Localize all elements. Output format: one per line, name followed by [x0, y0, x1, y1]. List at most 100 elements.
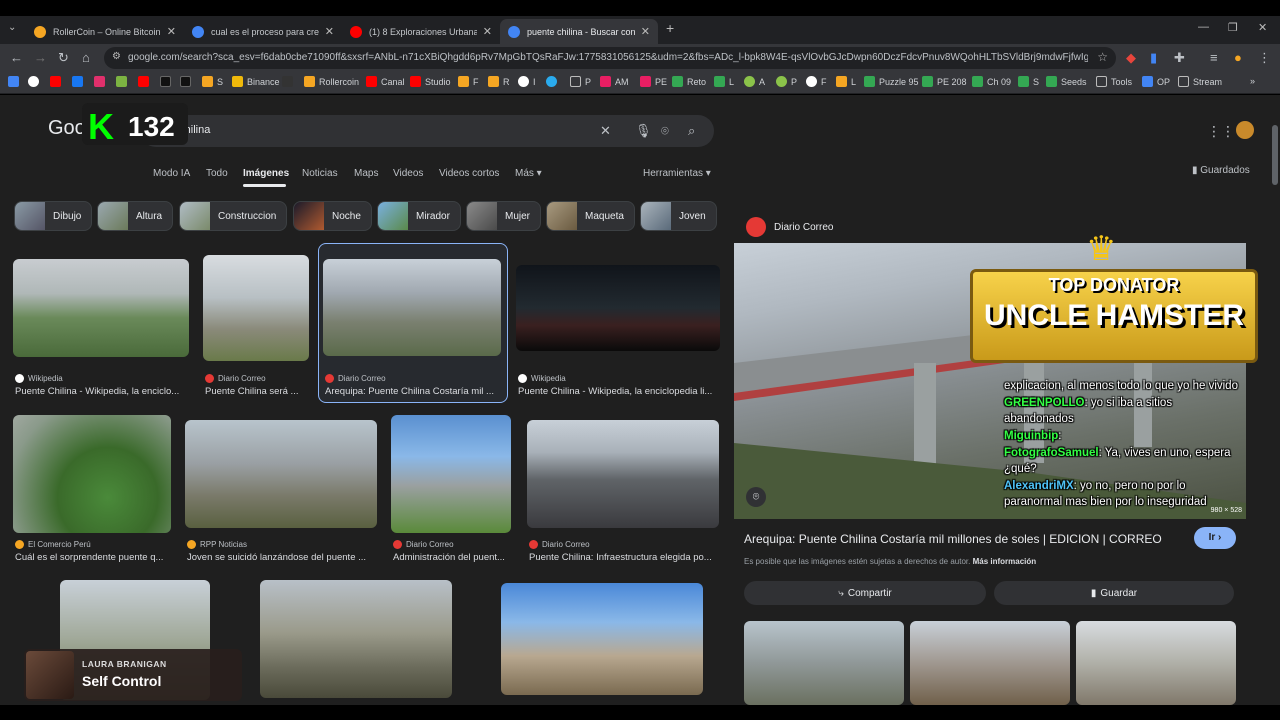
bookmark-item[interactable]: Puzzle 95	[864, 76, 919, 87]
reload-icon[interactable]: ↻	[58, 50, 69, 66]
bookmark-tiktok-icon[interactable]	[160, 76, 175, 87]
bookmark-item[interactable]: AM	[600, 76, 629, 87]
bookmark-folder[interactable]: Stream	[1178, 76, 1222, 87]
bookmark-telegram-icon[interactable]	[546, 76, 561, 87]
image-result[interactable]: Diario Correo Administración del puent..…	[391, 415, 513, 565]
menu-dots-icon[interactable]: ⋮	[1258, 50, 1271, 66]
bookmark-item[interactable]: A	[744, 76, 765, 87]
bookmark-item[interactable]: P	[776, 76, 797, 87]
chip-construccion[interactable]: Construccion	[179, 201, 288, 231]
bookmark-item[interactable]	[282, 76, 297, 87]
preview-source[interactable]: Diario Correo	[746, 217, 833, 237]
image-result[interactable]: RPP Noticias Joven se suicidó lanzándose…	[185, 420, 377, 565]
bookmark-x-icon[interactable]	[180, 76, 195, 87]
tab-videos-cortos[interactable]: Videos cortos	[439, 168, 499, 179]
image-result[interactable]	[260, 580, 452, 700]
bookmark-item[interactable]: F	[806, 76, 827, 87]
chip-altura[interactable]: Altura	[97, 201, 174, 231]
address-bar[interactable]: ⚙ google.com/search?sca_esv=f6dab0cbe710…	[104, 47, 1116, 69]
bookmark-item[interactable]: Studio	[410, 76, 451, 87]
bookmark-item[interactable]: R	[488, 76, 510, 87]
bookmark-item[interactable]: S	[1018, 76, 1039, 87]
bookmark-youtube-icon[interactable]	[138, 76, 153, 87]
related-image[interactable]	[1076, 621, 1236, 705]
image-result-selected[interactable]: Diario Correo Arequipa: Puente Chilina C…	[323, 259, 503, 399]
minimize-icon[interactable]: —	[1198, 21, 1209, 33]
related-image[interactable]	[910, 621, 1070, 705]
bookmark-instagram-icon[interactable]	[94, 76, 109, 87]
close-icon[interactable]: ✕	[167, 25, 176, 38]
bookmark-item[interactable]: I	[518, 76, 536, 87]
bookmark-item[interactable]: Binance	[232, 76, 280, 87]
lens-icon[interactable]: ⌾	[746, 487, 766, 507]
bookmark-folder[interactable]: P	[570, 76, 591, 87]
page-scrollbar[interactable]	[1270, 95, 1280, 705]
tools-menu[interactable]: Herramientas ▾	[643, 168, 711, 179]
extensions-puzzle-icon[interactable]: ✚	[1174, 50, 1185, 66]
bookmark-item[interactable]: L	[714, 76, 734, 87]
image-result[interactable]	[501, 583, 703, 697]
save-button[interactable]: ▮ Guardar	[994, 581, 1234, 605]
tab-google-puente[interactable]: puente chilina - Buscar con Goo ✕	[500, 19, 658, 44]
apps-grid-icon[interactable]: ⋮⋮	[1207, 123, 1235, 140]
bookmarks-overflow-icon[interactable]: »	[1250, 76, 1255, 86]
tab-maps[interactable]: Maps	[354, 168, 378, 179]
image-result[interactable]: Diario Correo Puente Chilina: Infraestru…	[527, 420, 719, 565]
microphone-icon[interactable]: 🎙	[635, 123, 652, 139]
visit-button[interactable]: Ir ›	[1194, 527, 1236, 549]
chip-mirador[interactable]: Mirador	[377, 201, 461, 231]
tab-imagenes[interactable]: Imágenes	[243, 168, 289, 179]
bookmark-item[interactable]: PE 208	[922, 76, 967, 87]
bookmark-app-icon[interactable]	[8, 76, 23, 87]
close-icon[interactable]: ✕	[641, 25, 650, 38]
forward-arrow-icon[interactable]: →	[34, 50, 47, 65]
account-avatar-icon[interactable]	[1236, 121, 1254, 139]
bookmark-app-icon[interactable]	[116, 76, 131, 87]
back-arrow-icon[interactable]: ←	[10, 50, 23, 65]
bookmark-item[interactable]: L	[836, 76, 856, 87]
new-tab-icon[interactable]: +	[666, 20, 674, 36]
bookmark-item[interactable]: S	[202, 76, 223, 87]
extension-icon[interactable]: ◆	[1126, 50, 1136, 66]
tab-noticias[interactable]: Noticias	[302, 168, 338, 179]
home-icon[interactable]: ⌂	[82, 50, 90, 65]
chip-mujer[interactable]: Mujer	[466, 201, 542, 231]
bookmark-facebook-icon[interactable]	[72, 76, 87, 87]
lens-camera-icon[interactable]: ⌾	[661, 123, 669, 139]
tab-modo-ia[interactable]: Modo IA	[153, 168, 190, 179]
image-result[interactable]: El Comercio Perú Cuál es el sorprendente…	[13, 415, 171, 565]
clear-icon[interactable]: ✕	[600, 123, 611, 139]
bookmark-item[interactable]: Seeds	[1046, 76, 1087, 87]
tab-search-icon[interactable]: ⌄	[8, 22, 16, 33]
google-logo[interactable]: Goo	[48, 117, 86, 140]
chip-joven[interactable]: Joven	[640, 201, 717, 231]
media-controls-icon[interactable]: ≡	[1210, 50, 1218, 65]
extension-icon[interactable]: ▮	[1150, 50, 1157, 66]
close-icon[interactable]: ✕	[483, 25, 492, 38]
bookmark-item[interactable]: OP	[1142, 76, 1170, 87]
image-result[interactable]: Diario Correo Puente Chilina será ...	[203, 255, 311, 399]
tab-google-cremar[interactable]: cual es el proceso para cremar a ✕	[184, 19, 342, 44]
chip-dibujo[interactable]: Dibujo	[14, 201, 93, 231]
bookmark-app-icon[interactable]	[28, 76, 43, 87]
window-close-icon[interactable]: ✕	[1258, 21, 1267, 34]
tab-todo[interactable]: Todo	[206, 168, 228, 179]
saved-link[interactable]: ▮ Guardados	[1192, 165, 1250, 176]
image-result[interactable]: Wikipedia Puente Chilina - Wikipedia, la…	[13, 259, 189, 399]
tab-youtube[interactable]: (1) 8 Exploraciones Urbanas qu ✕	[342, 19, 500, 44]
search-input[interactable]: e chilina ✕ 🎙 ⌾ ⌕	[140, 115, 714, 147]
more-info-link[interactable]: Más información	[973, 557, 1037, 566]
bookmark-item[interactable]: Ch 09	[972, 76, 1011, 87]
scrollbar-thumb[interactable]	[1272, 125, 1278, 185]
close-icon[interactable]: ✕	[325, 25, 334, 38]
tab-mas[interactable]: Más ▾	[515, 168, 542, 179]
tab-rollercoin[interactable]: RollerCoin – Online Bitcoin Mining ✕	[26, 19, 184, 44]
tab-videos[interactable]: Videos	[393, 168, 423, 179]
chip-maqueta[interactable]: Maqueta	[546, 201, 635, 231]
bookmark-item[interactable]: Rollercoin	[304, 76, 359, 87]
search-icon[interactable]: ⌕	[688, 123, 695, 139]
profile-avatar-icon[interactable]: ●	[1234, 50, 1242, 65]
bookmark-item[interactable]: Canal	[366, 76, 405, 87]
restore-icon[interactable]: ❐	[1228, 21, 1238, 34]
image-result[interactable]: Wikipedia Puente Chilina - Wikipedia, la…	[516, 265, 720, 399]
